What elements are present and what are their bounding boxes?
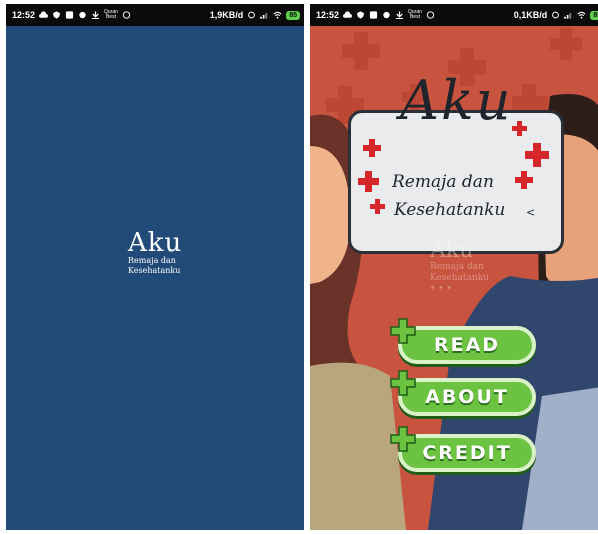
credit-button-label: CREDIT xyxy=(422,442,512,464)
download-icon xyxy=(395,11,404,19)
whatsapp-icon xyxy=(426,11,435,19)
credit-button[interactable]: CREDIT xyxy=(390,426,536,472)
chat-icon xyxy=(383,11,390,19)
logo-arrow: < xyxy=(526,206,536,219)
cloud-icon xyxy=(39,11,49,18)
network-speed: 1,9KB/d xyxy=(209,10,244,20)
about-button[interactable]: ABOUT xyxy=(390,370,536,416)
network-speed: 0,1KB/d xyxy=(513,10,548,20)
app-icon xyxy=(65,11,74,19)
signal-icon xyxy=(564,13,572,19)
read-button-label: READ xyxy=(433,334,501,356)
faded-logo-line2: Kesehatanku xyxy=(430,273,489,283)
plus-icon xyxy=(390,426,416,452)
logo-title: Aku xyxy=(400,69,513,132)
status-bar: 12:52 Quran Best 1,9KB/d 85 xyxy=(6,4,304,26)
alarm-icon xyxy=(248,11,256,19)
faded-logo-title: Aku xyxy=(430,238,474,263)
logo-line2: Kesehatanku xyxy=(394,200,506,220)
loading-dots: • • • xyxy=(430,284,452,294)
logo-title: Aku xyxy=(128,228,183,258)
app-icon xyxy=(369,11,378,19)
faded-logo-line1: Remaja dan xyxy=(430,262,484,272)
plus-icon xyxy=(390,318,416,344)
quran-notification: Quran Best xyxy=(104,9,118,20)
wifi-icon xyxy=(577,11,586,19)
status-time: 12:52 xyxy=(12,10,36,20)
alarm-icon xyxy=(552,11,560,19)
logo-line1: Remaja dan xyxy=(392,172,494,192)
read-button[interactable]: READ xyxy=(390,318,536,364)
wifi-icon xyxy=(273,11,282,19)
battery-indicator: 85 xyxy=(590,10,598,20)
shield-icon xyxy=(52,11,61,19)
download-icon xyxy=(91,11,100,19)
chat-icon xyxy=(79,11,86,19)
main-menu-screen: 12:52 Quran Best 0,1KB/d 85 xyxy=(310,4,598,530)
plus-icon xyxy=(390,370,416,396)
battery-indicator: 85 xyxy=(286,10,300,20)
about-button-label: ABOUT xyxy=(425,386,509,408)
whatsapp-icon xyxy=(122,11,131,19)
signal-icon xyxy=(260,13,268,19)
splash-logo: Aku Remaja dan Kesehatanku xyxy=(128,230,182,276)
splash-screen: 12:52 Quran Best 1,9KB/d 85 Aku Remaja d… xyxy=(6,4,304,530)
faded-logo: Aku Remaja dan Kesehatanku • • • xyxy=(430,240,489,295)
logo-line2: Kesehatanku xyxy=(128,266,181,275)
status-bar: 12:52 Quran Best 0,1KB/d 85 xyxy=(310,4,598,26)
cloud-icon xyxy=(343,11,353,18)
quran-notification: Quran Best xyxy=(408,9,422,20)
shield-icon xyxy=(356,11,365,19)
status-time: 12:52 xyxy=(316,10,340,20)
logo-line1: Remaja dan xyxy=(128,256,176,265)
